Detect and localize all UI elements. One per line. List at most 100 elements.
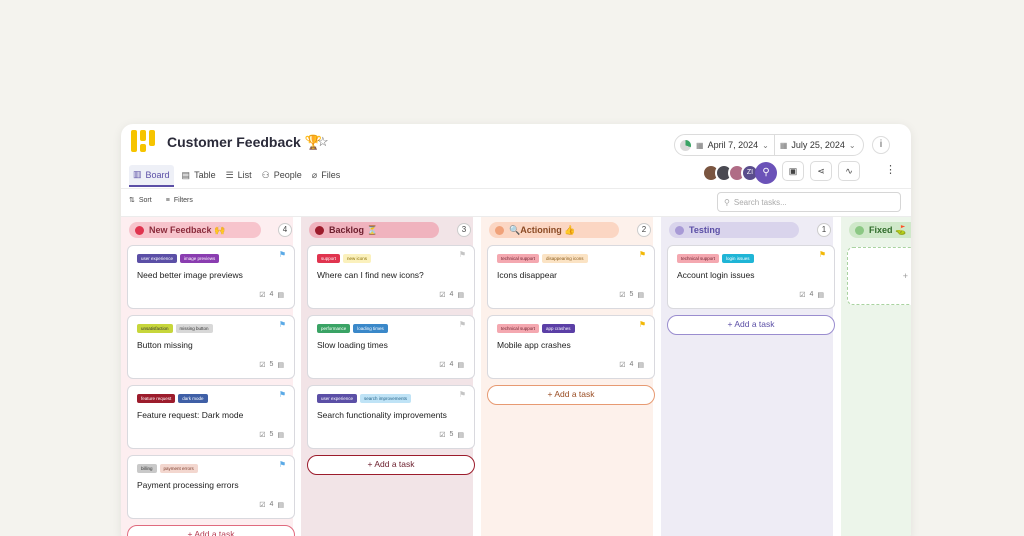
flag-icon[interactable]: ⚑: [279, 320, 286, 329]
tag: unsatisfaction: [137, 324, 173, 333]
add-task-button[interactable]: + Add a task: [487, 385, 655, 405]
card-title: Where can I find new icons?: [317, 270, 424, 280]
add-task-button[interactable]: + Add a task: [127, 525, 295, 536]
column-new-feedback: New Feedback 🙌 4 user experience image pr…: [121, 217, 295, 536]
tag: missing button: [175, 324, 213, 333]
description-icon: ▤: [637, 362, 644, 369]
checklist-icon: ☑: [619, 362, 626, 369]
card-title: Button missing: [137, 340, 193, 350]
board-window: Customer Feedback 🏆 ☆ ▦ April 7, 2024 ⌄ …: [121, 124, 911, 536]
member-avatars[interactable]: ZI ⚲: [702, 162, 777, 184]
chevron-down-icon: ⌄: [762, 140, 769, 150]
tag: search improvements: [360, 394, 412, 403]
card-title: Feature request: Dark mode: [137, 410, 244, 420]
calendar-view-button[interactable]: ▣: [782, 161, 804, 181]
start-date-button[interactable]: ▦ April 7, 2024 ⌄: [691, 135, 774, 155]
description-icon: ▤: [457, 432, 464, 439]
calendar-icon: ▦: [779, 140, 788, 150]
checklist-icon: ☑: [439, 432, 446, 439]
tab-board[interactable]: ▥ Board: [129, 165, 174, 187]
tag: technical support: [497, 324, 540, 333]
tab-files[interactable]: ⌀ Files: [310, 165, 342, 187]
tag: feature request: [137, 394, 176, 403]
search-icon: ⚲: [724, 197, 730, 207]
tag: technical support: [497, 254, 540, 263]
add-task-button[interactable]: + Add a task: [667, 315, 835, 335]
flag-icon[interactable]: ⚑: [459, 390, 466, 399]
add-task-dropzone[interactable]: +: [847, 247, 911, 305]
board-toolbar: ⇅ Sort ≡ Filters: [129, 196, 193, 205]
flag-icon[interactable]: ⚑: [459, 250, 466, 259]
task-card[interactable]: feature request dark mode ⚑ Feature reque…: [127, 385, 295, 449]
task-card[interactable]: billing payment errors ⚑ Payment processi…: [127, 455, 295, 519]
search-input[interactable]: ⚲ Search tasks...: [717, 192, 901, 212]
checklist-icon: ☑: [259, 362, 266, 369]
description-icon: ▤: [277, 292, 284, 299]
tag: payment errors: [159, 464, 198, 473]
tag: new icons: [343, 254, 372, 263]
flag-icon[interactable]: ⚑: [279, 250, 286, 259]
flag-icon[interactable]: ⚑: [639, 250, 646, 259]
task-card[interactable]: technical support login issues ⚑ Account …: [667, 245, 835, 309]
column-count: 3: [457, 223, 471, 237]
flag-icon[interactable]: ⚑: [639, 320, 646, 329]
task-card[interactable]: user experience image previews ⚑ Need bet…: [127, 245, 295, 309]
divider: [121, 188, 911, 189]
date-range[interactable]: ▦ April 7, 2024 ⌄ ▦ July 25, 2024 ⌄: [674, 134, 864, 156]
description-icon: ▤: [277, 432, 284, 439]
column-header[interactable]: Backlog ⏳: [309, 222, 439, 238]
sort-icon: ⇅: [129, 197, 135, 204]
filter-icon: ≡: [165, 196, 170, 204]
column-header[interactable]: New Feedback 🙌: [129, 222, 261, 238]
sort-button[interactable]: ⇅ Sort: [129, 196, 152, 205]
column-header[interactable]: Testing: [669, 222, 799, 238]
task-card[interactable]: technical support disappearing icons ⚑ Ic…: [487, 245, 655, 309]
flag-icon[interactable]: ⚑: [459, 320, 466, 329]
description-icon: ▤: [637, 292, 644, 299]
card-title: Mobile app crashes: [497, 340, 571, 350]
flag-icon[interactable]: ⚑: [279, 390, 286, 399]
description-icon: ▤: [277, 362, 284, 369]
add-member-button[interactable]: ⚲: [755, 162, 777, 184]
tag: image previews: [180, 254, 220, 263]
more-options-icon[interactable]: ⋮: [885, 163, 896, 176]
tag: support: [317, 254, 341, 263]
card-title: Slow loading times: [317, 340, 388, 350]
tab-table[interactable]: ▤ Table: [180, 165, 218, 187]
column-header[interactable]: Fixed ⛳: [849, 222, 911, 238]
end-date-button[interactable]: ▦ July 25, 2024 ⌄: [773, 135, 861, 155]
checklist-icon: ☑: [619, 292, 626, 299]
column-count: 4: [278, 223, 292, 237]
tag: disappearing icons: [542, 254, 588, 263]
flag-icon[interactable]: ⚑: [819, 250, 826, 259]
column-backlog: Backlog ⏳ 3 support new icons ⚑ Where can…: [301, 217, 475, 536]
column-actioning: 🔍Actioning 👍 2 technical support disappea…: [481, 217, 655, 536]
description-icon: ▤: [817, 292, 824, 299]
tab-list[interactable]: ☰ List: [224, 165, 254, 187]
task-card[interactable]: unsatisfaction missing button ⚑ Button mi…: [127, 315, 295, 379]
info-button[interactable]: i: [872, 136, 890, 154]
tag: billing: [137, 464, 157, 473]
column-header[interactable]: 🔍Actioning 👍: [489, 222, 619, 238]
share-button[interactable]: ⋖: [810, 161, 832, 181]
task-card[interactable]: performance loading times ⚑ Slow loading …: [307, 315, 475, 379]
flag-icon[interactable]: ⚑: [279, 460, 286, 469]
task-card[interactable]: support new icons ⚑ Where can I find new …: [307, 245, 475, 309]
table-icon: ▤: [181, 169, 191, 180]
task-card[interactable]: user experience search improvements ⚑ Sea…: [307, 385, 475, 449]
tag: login issues: [722, 254, 754, 263]
tab-people[interactable]: ⚇ People: [260, 165, 304, 187]
activity-button[interactable]: ∿: [838, 161, 860, 181]
add-task-button[interactable]: + Add a task: [307, 455, 475, 475]
board-icon: ▥: [133, 169, 142, 179]
checklist-icon: ☑: [259, 292, 266, 299]
view-tabs: ▥ Board ▤ Table ☰ List ⚇ People ⌀ Files: [129, 165, 342, 187]
star-icon[interactable]: ☆: [317, 134, 329, 150]
tag: user experience: [317, 394, 358, 403]
filters-button[interactable]: ≡ Filters: [166, 196, 193, 204]
task-card[interactable]: technical support app crashes ⚑ Mobile ap…: [487, 315, 655, 379]
app-logo[interactable]: [131, 130, 157, 152]
description-icon: ▤: [457, 362, 464, 369]
paperclip-icon: ⌀: [311, 169, 318, 180]
checklist-icon: ☑: [439, 292, 446, 299]
